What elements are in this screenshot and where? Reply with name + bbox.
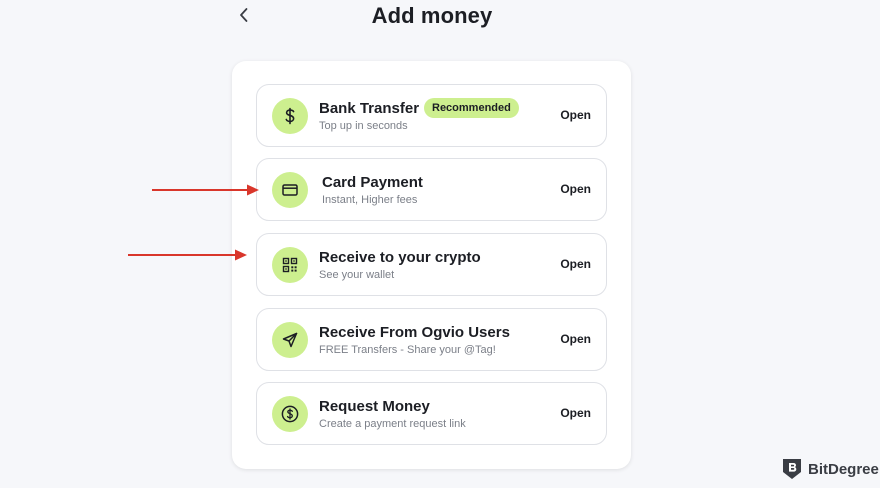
annotation-arrow-card-payment [152,184,259,196]
option-subtitle: Create a payment request link [319,418,466,430]
credit-card-icon [272,172,308,208]
option-request-money[interactable]: Request Money Create a payment request l… [256,382,607,445]
option-title: Bank Transfer [319,100,420,117]
option-subtitle: See your wallet [319,269,395,281]
recommended-badge: Recommended [424,98,519,118]
send-icon [272,322,308,358]
open-button[interactable]: Open [560,257,591,271]
bitdegree-logo-text: BitDegree [808,460,879,478]
option-subtitle: FREE Transfers - Share your @Tag! [319,344,496,356]
option-bank-transfer[interactable]: Bank Transfer Recommended Top up in seco… [256,84,607,147]
dollar-circle-icon [272,396,308,432]
option-receive-crypto[interactable]: Receive to your crypto See your wallet O… [256,233,607,296]
option-card-payment[interactable]: Card Payment Instant, Higher fees Open [256,158,607,221]
option-receive-from-users[interactable]: Receive From Ogvio Users FREE Transfers … [256,308,607,371]
option-subtitle: Top up in seconds [319,120,408,132]
open-button[interactable]: Open [560,332,591,346]
option-title: Receive to your crypto [319,249,481,266]
open-button[interactable]: Open [560,182,591,196]
bitdegree-shield-icon [783,459,801,479]
header: Add money [0,0,880,40]
open-button[interactable]: Open [560,406,591,420]
option-subtitle: Instant, Higher fees [322,194,418,206]
add-money-panel: Bank Transfer Recommended Top up in seco… [232,61,631,469]
qr-code-icon [272,247,308,283]
option-title: Receive From Ogvio Users [319,324,510,341]
open-button[interactable]: Open [560,108,591,122]
option-title: Request Money [319,398,430,415]
dollar-icon [272,98,308,134]
option-title: Card Payment [322,174,423,191]
annotation-arrow-receive-crypto [128,249,247,261]
page-title: Add money [371,3,493,28]
bitdegree-logo: BitDegree [781,456,879,482]
